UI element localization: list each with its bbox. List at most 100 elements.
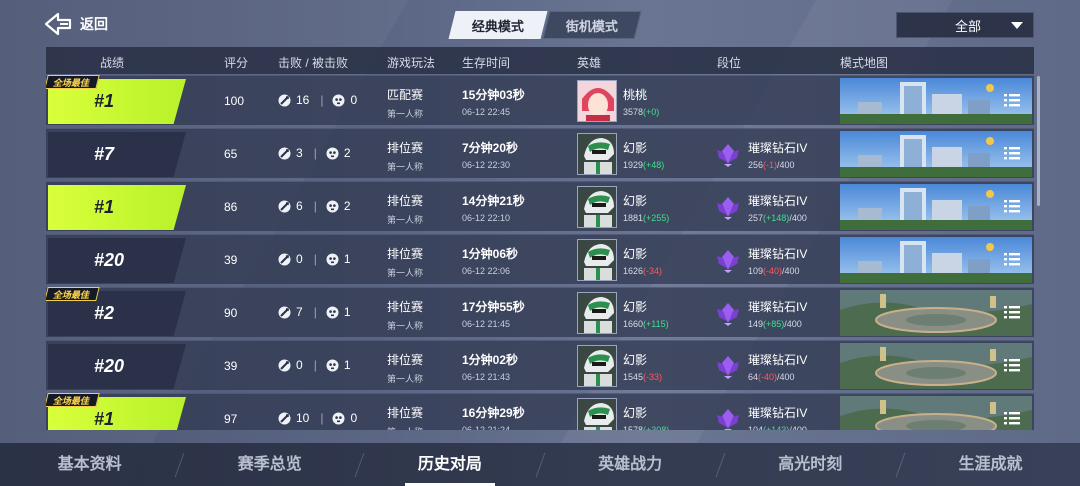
nav-season-overview[interactable]: 赛季总览 — [180, 443, 359, 486]
hero-info: 幻影 1881(+255) — [623, 192, 669, 223]
placement-value: #1 — [94, 91, 115, 111]
table-row[interactable]: 全场最佳 #2 90 7 | 1 排位赛 第一人称 17分钟55秒 06-12 21:45 幻影 16… — [46, 287, 1034, 337]
column-header: 英雄 — [577, 56, 602, 70]
tier-points: 149(+85)/400 — [748, 319, 807, 329]
duration-value: 7分钟20秒 — [462, 141, 519, 155]
table-row[interactable]: 全场最佳 #1 97 10 | 0 排位赛第一人称 16分钟29秒 06-12 21:24 幻影 1… — [46, 393, 1034, 430]
hero-points: 1545(-33) — [623, 372, 662, 382]
hero-name: 幻影 — [623, 406, 648, 420]
filter-dropdown[interactable]: 全部 — [896, 12, 1034, 38]
column-header: 生存时间 — [462, 56, 511, 70]
tier-info: 璀璨钻石IV 256(-1)/400 — [748, 139, 807, 170]
game-mode: 排位赛第一人称 — [387, 351, 423, 385]
details-list-icon[interactable] — [1004, 411, 1020, 425]
tier-points-max: /400 — [777, 372, 795, 382]
duration-value: 1分钟06秒 — [462, 247, 519, 261]
mvp-label: 全场最佳 — [53, 395, 90, 406]
tier-name: 璀璨钻石IV — [748, 194, 808, 208]
placement-box: #7 — [48, 132, 186, 177]
tier-points-max: /400 — [777, 160, 795, 170]
details-list-icon[interactable] — [1004, 146, 1020, 160]
tier-points-delta: (+85) — [763, 319, 785, 329]
diamond-rank-icon — [717, 197, 739, 220]
tab-arcade-mode[interactable]: 街机模式 — [542, 11, 642, 39]
hero-points-value: 3578 — [623, 107, 644, 117]
tier-points-value: 64 — [748, 372, 759, 382]
details-list-icon[interactable] — [1004, 358, 1020, 372]
placement-value: #20 — [94, 356, 125, 376]
tab-label: 街机模式 — [565, 18, 618, 34]
hero-points-value: 1578 — [623, 425, 644, 430]
game-mode: 排位赛第一人称 — [387, 139, 423, 173]
hero-points-delta: (+255) — [643, 213, 670, 223]
placement-value: #2 — [94, 303, 115, 323]
hero-points-value: 1626 — [623, 266, 644, 276]
tier-name: 璀璨钻石IV — [748, 300, 808, 314]
survival-time: 7分钟20秒 06-12 22:30 — [462, 139, 518, 170]
view-mode: 第一人称 — [387, 321, 424, 331]
back-button[interactable]: 返回 — [44, 12, 108, 36]
table-row[interactable]: #7 65 3 | 2 排位赛 第一人称 7分钟20秒 06-12 22:30 幻影 1929(+4… — [46, 128, 1034, 178]
survival-time: 15分钟03秒 06-12 22:45 — [462, 86, 525, 117]
tab-classic-mode[interactable]: 经典模式 — [448, 11, 548, 39]
scrollbar[interactable] — [1037, 76, 1040, 206]
hero-info: 幻影 1660(+115) — [623, 298, 669, 329]
match-date: 06-12 22:45 — [462, 107, 511, 117]
view-mode: 第一人称 — [387, 374, 424, 384]
table-row[interactable]: 全场最佳 #1 100 16 | 0 匹配赛 第一人称 15分钟03秒 06-12 22:45 桃桃… — [46, 75, 1034, 125]
tier-name: 璀璨钻石IV — [748, 141, 808, 155]
hero-portrait — [577, 186, 617, 228]
tier-info: 璀璨钻石IV 64(-40)/400 — [748, 351, 807, 382]
mode-name: 排位赛 — [387, 300, 424, 314]
tier-points-value: 257 — [748, 213, 764, 223]
nav-career-achievements[interactable]: 生涯成就 — [901, 443, 1080, 486]
hero-points-delta: (+308) — [643, 425, 670, 430]
kills-deaths: 0 | 1 — [278, 358, 351, 372]
hero-info: 幻影 1578(+308) — [623, 404, 669, 430]
nav-hero-power[interactable]: 英雄战力 — [541, 443, 720, 486]
death-skull-icon — [326, 147, 339, 159]
nav-match-history[interactable]: 历史对局 — [360, 443, 539, 486]
deaths-value: 0 — [350, 411, 358, 425]
hero-name: 幻影 — [623, 141, 648, 155]
hero-points: 1578(+308) — [623, 425, 669, 430]
placement-box: #1 — [48, 185, 186, 230]
table-row[interactable]: #20 39 0 | 1 排位赛 第一人称 1分钟02秒 06-12 21:43 幻影 1545(-… — [46, 340, 1034, 390]
nav-highlights[interactable]: 高光时刻 — [721, 443, 900, 486]
game-mode: 排位赛第一人称 — [387, 245, 423, 279]
hero-name: 幻影 — [623, 353, 648, 367]
hero-name: 幻影 — [623, 194, 648, 208]
table-row[interactable]: #1 86 6 | 2 排位赛 第一人称 14分钟21秒 06-12 22:10 幻影 1881(+… — [46, 181, 1034, 231]
hero-points-value: 1545 — [623, 372, 644, 382]
kill-icon — [278, 359, 291, 371]
kill-icon — [278, 412, 291, 424]
match-date: 06-12 21:43 — [462, 372, 511, 382]
diamond-rank-icon — [717, 356, 739, 379]
table-header: 战绩 评分 击败 / 被击败 游戏玩法 生存时间 英雄 段位 模式地图 — [46, 47, 1034, 74]
hero-portrait-taotao — [578, 81, 616, 121]
hero-portrait-phantom — [578, 134, 616, 174]
tier-points-value: 256 — [748, 160, 764, 170]
details-list-icon[interactable] — [1004, 252, 1020, 266]
table-row[interactable]: #20 39 0 | 1 排位赛 第一人称 1分钟06秒 06-12 22:06 幻影 1626(-… — [46, 234, 1034, 284]
tier-points: 257(+148)/400 — [748, 213, 807, 223]
kill-icon — [278, 94, 291, 106]
placement-value: #20 — [94, 250, 125, 270]
details-list-icon[interactable] — [1004, 93, 1020, 107]
tier-icon — [715, 301, 741, 327]
kills-deaths: 3 | 2 — [278, 146, 351, 160]
match-date: 06-12 21:45 — [462, 319, 511, 329]
kd-separator: | — [313, 252, 317, 266]
nav-basic-info[interactable]: 基本资料 — [0, 443, 179, 486]
hero-points-delta: (-34) — [643, 266, 663, 276]
hero-name: 幻影 — [623, 300, 648, 314]
back-arrow-icon — [44, 12, 72, 36]
details-list-icon[interactable] — [1004, 199, 1020, 213]
mvp-label: 全场最佳 — [53, 289, 90, 300]
tier-points-max: /400 — [789, 425, 807, 430]
mvp-badge: 全场最佳 — [46, 75, 100, 89]
tier-points-max: /400 — [789, 213, 807, 223]
hero-points-value: 1881 — [623, 213, 644, 223]
details-list-icon[interactable] — [1004, 305, 1020, 319]
game-mode: 排位赛第一人称 — [387, 192, 423, 226]
